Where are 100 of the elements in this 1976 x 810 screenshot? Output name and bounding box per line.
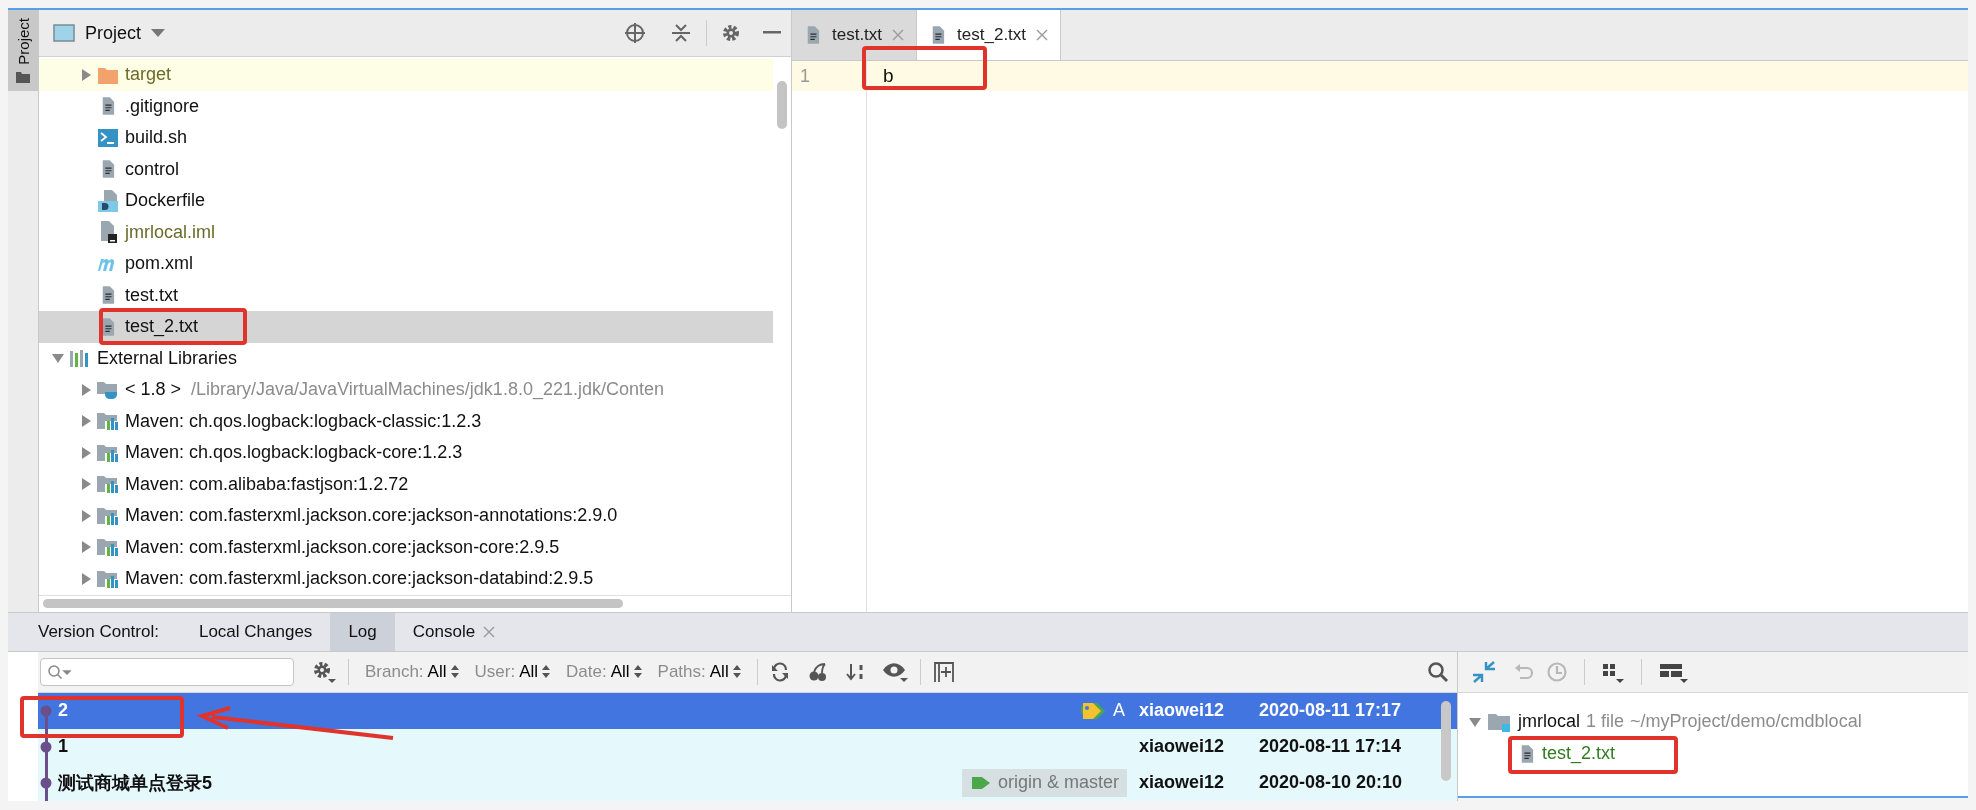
module-file-icon	[99, 221, 117, 244]
file-count: 1 file	[1586, 711, 1625, 732]
library-icon	[97, 411, 119, 432]
scrollbar[interactable]	[1441, 700, 1451, 781]
author-text: xiaowei12	[1139, 700, 1226, 721]
tree-item[interactable]: Maven: ch.qos.logback:logback-core:1.2.3	[125, 442, 463, 464]
close-icon[interactable]	[483, 625, 496, 638]
sort-arrows-icon	[450, 665, 459, 678]
collapse-arrow-icon[interactable]	[79, 508, 93, 523]
commit-row[interactable]: 2 A xiaowei12 2020-08-11 17:17	[38, 692, 1457, 729]
tree-item[interactable]: target	[125, 64, 172, 86]
library-icon	[97, 474, 119, 495]
collapse-arrow-icon[interactable]	[79, 540, 93, 555]
tag-icon	[1079, 700, 1107, 721]
collapse-arrow-icon[interactable]	[79, 445, 93, 460]
filter-dropdown[interactable]: Paths: All	[653, 661, 745, 682]
text-file-icon	[101, 159, 115, 180]
date-text: 2020-08-10 20:10	[1259, 772, 1404, 793]
collapse-arrows-icon[interactable]	[1472, 660, 1496, 683]
text-file-icon	[806, 25, 820, 45]
collapse-arrow-icon[interactable]	[79, 67, 93, 82]
jdk-folder-icon	[97, 379, 119, 400]
settings-icon[interactable]	[312, 659, 336, 684]
editor-tab[interactable]: test_2.txt	[917, 10, 1062, 60]
graph-node-icon	[40, 740, 52, 753]
search-field[interactable]	[40, 657, 294, 686]
sort-arrows-icon	[633, 665, 642, 678]
tree-item[interactable]: Maven: com.alibaba:fastjson:1.2.72	[125, 473, 409, 495]
branch-badge: origin & master	[961, 768, 1127, 797]
scrollbar[interactable]	[43, 599, 623, 608]
commit-message: 2	[58, 700, 69, 721]
text-file-icon	[931, 25, 946, 45]
history-icon[interactable]	[1546, 660, 1568, 683]
minimize-icon[interactable]	[763, 31, 781, 35]
date-text: 2020-08-11 17:17	[1259, 700, 1403, 721]
tree-item[interactable]: test_2.txt	[125, 316, 199, 338]
new-tab-icon[interactable]	[932, 660, 955, 683]
tool-tab[interactable]: Console	[394, 612, 514, 651]
tree-item[interactable]: control	[125, 158, 180, 180]
search-icon[interactable]	[1427, 660, 1449, 683]
tree-item[interactable]: External Libraries	[97, 347, 238, 369]
eye-icon[interactable]	[881, 660, 908, 683]
terminal-icon	[98, 128, 118, 147]
folder-icon	[16, 70, 30, 83]
settings-icon[interactable]	[721, 23, 741, 43]
undo-icon[interactable]	[1514, 661, 1534, 682]
filter-dropdown[interactable]: User: All	[470, 661, 555, 682]
folder-icon	[97, 65, 119, 84]
commit-row[interactable]: 1 xiaowei12 2020-08-11 17:14	[38, 728, 1457, 765]
text-file-icon	[101, 285, 115, 306]
library-icon	[97, 505, 119, 526]
refresh-icon[interactable]	[769, 661, 790, 682]
tree-item[interactable]: .gitignore	[125, 95, 200, 117]
filter-dropdown[interactable]: Date: All	[562, 661, 646, 682]
collapse-arrow-icon[interactable]	[79, 477, 93, 492]
module-folder-icon	[1488, 711, 1512, 732]
collapse-all-icon[interactable]	[670, 22, 692, 44]
tree-item[interactable]: Dockerfile	[125, 190, 206, 212]
date-text: 2020-08-11 17:14	[1259, 736, 1403, 757]
tree-item[interactable]: pom.xml	[125, 253, 193, 275]
tree-item[interactable]: test.txt	[125, 284, 178, 306]
commit-row[interactable]: 测试商城单点登录5 origin & master xiaowei12 2020-08-10 20:10	[38, 764, 1457, 801]
author-text: xiaowei12	[1139, 736, 1226, 757]
dropdown-caret-icon[interactable]	[151, 29, 166, 37]
text-file-icon	[101, 96, 115, 117]
tree-item[interactable]: jmrlocal.iml	[125, 221, 215, 243]
search-icon	[47, 663, 71, 680]
text-file-icon	[1520, 743, 1534, 764]
graph-node-icon	[40, 776, 52, 789]
tree-item[interactable]: Maven: com.fasterxml.jackson.core:jackson-databind:2.9.5	[125, 568, 594, 590]
tag-icon	[969, 774, 992, 791]
tree-item[interactable]: Maven: com.fasterxml.jackson.core:jackson-core:2.9.5	[125, 536, 560, 558]
collapse-arrow-icon[interactable]	[79, 414, 93, 429]
sort-icon[interactable]	[845, 661, 866, 682]
panel-title[interactable]: Project	[85, 22, 142, 44]
sort-arrows-icon	[542, 665, 551, 678]
tree-item[interactable]: Maven: com.fasterxml.jackson.core:jackson-annotations:2.9.0	[125, 505, 618, 527]
collapse-arrow-icon[interactable]	[79, 382, 93, 397]
close-icon[interactable]	[1036, 29, 1049, 41]
editor-tab[interactable]: test.txt	[792, 10, 918, 60]
library-bars-icon	[69, 349, 91, 368]
filter-dropdown[interactable]: Branch: All	[361, 661, 463, 682]
tree-item[interactable]: Maven: ch.qos.logback:logback-classic:1.2.3	[125, 410, 482, 432]
tool-tab[interactable]: Log	[330, 612, 395, 651]
cherry-icon[interactable]	[807, 661, 828, 682]
tree-item[interactable]: jmrlocal	[1518, 711, 1580, 732]
collapse-arrow-icon[interactable]	[79, 571, 93, 586]
library-icon	[97, 442, 119, 463]
close-icon[interactable]	[892, 29, 905, 41]
library-icon	[97, 568, 119, 589]
tool-window-label: Version Control:	[38, 620, 160, 643]
locate-icon[interactable]	[624, 22, 646, 44]
changed-file[interactable]: test_2.txt	[1542, 743, 1616, 764]
library-icon	[97, 537, 119, 558]
project-tool-tab[interactable]: Project	[8, 10, 38, 91]
commit-message: 1	[58, 736, 69, 757]
tool-tab[interactable]: Local Changes	[180, 612, 331, 651]
scrollbar[interactable]	[777, 81, 787, 129]
tree-item[interactable]: build.sh	[125, 127, 188, 149]
tree-item[interactable]: < 1.8 >	[125, 379, 182, 401]
